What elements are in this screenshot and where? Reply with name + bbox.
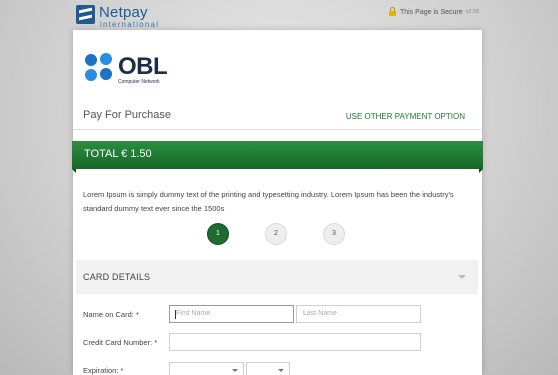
merchant-logo: OBL Computer Network bbox=[85, 53, 185, 85]
chevron-down-icon bbox=[232, 369, 238, 372]
card-details-section-header[interactable]: CARD DETAILS bbox=[76, 260, 478, 294]
merchant-name: OBL bbox=[118, 53, 168, 80]
chevron-down-icon[interactable] bbox=[458, 275, 466, 279]
text-caret bbox=[175, 310, 176, 319]
merchant-subtitle: Computer Network bbox=[118, 79, 160, 85]
brand-subtitle: international bbox=[100, 20, 160, 29]
netpay-logo-icon bbox=[76, 5, 95, 24]
expiration-label: Expiration: * bbox=[83, 366, 124, 375]
header-bar: Netpay international This Page is Secure… bbox=[0, 0, 558, 30]
step-2: 2 bbox=[266, 224, 286, 244]
name-on-card-label: Name on Card: * bbox=[83, 310, 139, 319]
expiration-year-select[interactable] bbox=[246, 362, 290, 375]
total-bar: TOTAL € 1.50 bbox=[72, 141, 483, 173]
first-name-input[interactable]: First Name bbox=[169, 305, 294, 323]
credit-card-number-label: Credit Card Number: * bbox=[83, 338, 158, 347]
page-title: Pay For Purchase bbox=[83, 109, 172, 121]
chevron-down-icon bbox=[278, 369, 284, 372]
purchase-description: Lorem Ipsum is simply dummy text of the … bbox=[83, 190, 454, 213]
lock-icon bbox=[389, 7, 396, 16]
step-1: 1 bbox=[208, 224, 228, 244]
secure-text: This Page is Secure bbox=[400, 8, 463, 16]
other-payment-option-link[interactable]: USE OTHER PAYMENT OPTION bbox=[346, 112, 465, 121]
pay-header: Pay For Purchase USE OTHER PAYMENT OPTIO… bbox=[73, 102, 482, 130]
total-amount: TOTAL € 1.50 bbox=[84, 148, 152, 160]
last-name-placeholder: Last Name bbox=[303, 310, 337, 317]
netpay-logo[interactable]: Netpay international bbox=[76, 4, 166, 29]
expiration-month-select[interactable] bbox=[169, 362, 244, 375]
step-indicator: 1 2 3 bbox=[73, 224, 482, 246]
first-name-placeholder: First Name bbox=[176, 310, 211, 317]
last-name-input[interactable]: Last Name bbox=[296, 305, 421, 323]
version-label: v2.58 bbox=[465, 9, 480, 15]
card-details-title: CARD DETAILS bbox=[83, 272, 151, 282]
secure-indicator: This Page is Secure v2.58 bbox=[389, 6, 479, 18]
merchant-logo-icon bbox=[85, 53, 117, 85]
payment-card: OBL Computer Network Pay For Purchase US… bbox=[72, 30, 483, 375]
credit-card-number-input[interactable] bbox=[169, 333, 421, 351]
step-3: 3 bbox=[324, 224, 344, 244]
brand-name: Netpay bbox=[99, 4, 148, 21]
